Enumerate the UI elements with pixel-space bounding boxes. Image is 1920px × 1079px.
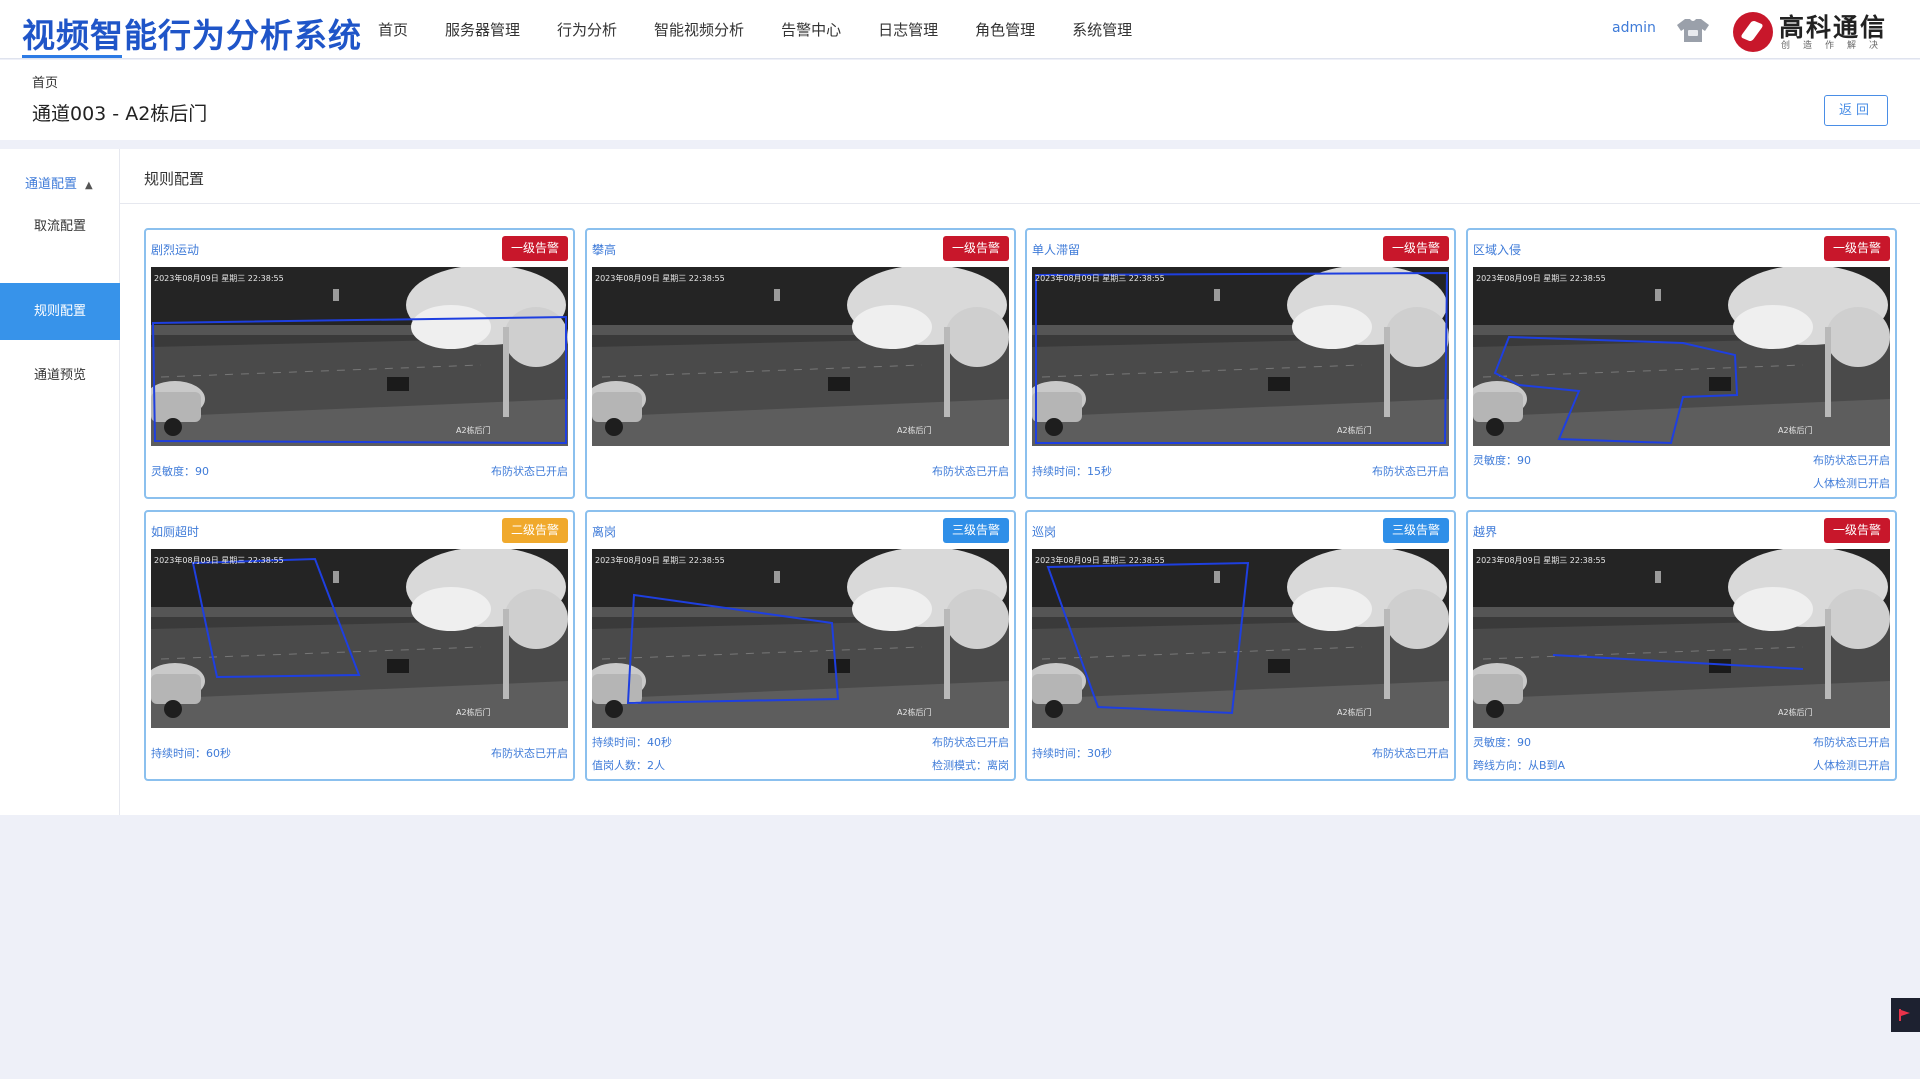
camera-feed[interactable]: 2023年08月09日 星期三 22:38:55 A2栋后门 xyxy=(1032,549,1449,728)
feed-camera-label: A2栋后门 xyxy=(1337,426,1372,435)
camera-feed-image xyxy=(151,267,568,446)
title-underline xyxy=(22,55,122,58)
camera-feed[interactable]: 2023年08月09日 星期三 22:38:55 A2栋后门 xyxy=(151,549,568,728)
rule-status-text: 检测模式：离岗 xyxy=(932,759,1009,772)
alarm-level-badge: 一级告警 xyxy=(501,236,568,261)
rule-card[interactable]: 区域入侵 一级告警 2023年08月09日 星期三 22:38:55 A2栋后门 灵敏度… xyxy=(1466,228,1897,499)
page-header: 首页 通道003 - A2栋后门 返回 xyxy=(0,60,1920,140)
camera-feed[interactable]: 2023年08月09日 星期三 22:38:55 A2栋后门 xyxy=(592,549,1009,728)
rule-name: 攀高 xyxy=(592,243,617,257)
rule-status-text: 人体检测已开启 xyxy=(1813,477,1890,490)
rule-card[interactable]: 离岗 三级告警 2023年08月09日 星期三 22:38:55 A2栋后门 持续时间：… xyxy=(585,510,1016,781)
rule-card[interactable]: 如厕超时 二级告警 2023年08月09日 星期三 22:38:55 A2栋后门 持续时… xyxy=(144,510,575,781)
divider xyxy=(120,203,1920,204)
feed-timestamp: 2023年08月09日 星期三 22:38:55 xyxy=(595,274,725,283)
rule-name: 区域入侵 xyxy=(1473,243,1522,257)
logo-subtext: 创造作解决 xyxy=(1781,41,1892,51)
top-navbar: 视频智能行为分析系统 首页 服务器管理 行为分析 智能视频分析 告警中心 日志管… xyxy=(0,0,1920,59)
rule-card[interactable]: 单人滞留 一级告警 2023年08月09日 星期三 22:38:55 A2栋后门 持续时… xyxy=(1025,228,1456,499)
chevron-up-icon: ▲ xyxy=(85,180,93,191)
feed-camera-label: A2栋后门 xyxy=(456,426,491,435)
alarm-level-badge: 三级告警 xyxy=(1382,518,1449,543)
camera-feed-image xyxy=(1473,267,1890,446)
feed-camera-label: A2栋后门 xyxy=(1778,426,1813,435)
camera-feed[interactable]: 2023年08月09日 星期三 22:38:55 A2栋后门 xyxy=(1473,267,1890,446)
sidebar-group-channel-config[interactable]: 通道配置 ▲ xyxy=(25,173,93,192)
user-name[interactable]: admin xyxy=(1612,20,1656,36)
rule-status-text: 布防状态已开启 xyxy=(1813,736,1890,749)
rule-status-text: 布防状态已开启 xyxy=(1372,465,1449,478)
rule-card[interactable]: 巡岗 三级告警 2023年08月09日 星期三 22:38:55 A2栋后门 持续时间：… xyxy=(1025,510,1456,781)
feed-camera-label: A2栋后门 xyxy=(897,708,932,717)
rule-status-text: 布防状态已开启 xyxy=(932,465,1009,478)
company-logo: 高科通信 创造作解决 xyxy=(1733,10,1911,52)
rule-status-text: 布防状态已开启 xyxy=(491,747,568,760)
camera-feed-image xyxy=(592,267,1009,446)
rule-name: 巡岗 xyxy=(1032,525,1057,539)
breadcrumb[interactable]: 首页 xyxy=(32,72,58,91)
feed-timestamp: 2023年08月09日 星期三 22:38:55 xyxy=(595,556,725,565)
rule-status-text: 布防状态已开启 xyxy=(1813,454,1890,467)
nav-item-behavior-analysis[interactable]: 行为分析 xyxy=(557,19,617,40)
floating-action-button[interactable] xyxy=(1891,998,1920,1032)
rule-name: 如厕超时 xyxy=(151,525,200,539)
sidebar-item-channel-preview[interactable]: 通道预览 xyxy=(0,347,120,404)
feed-timestamp: 2023年08月09日 星期三 22:38:55 xyxy=(1476,556,1606,565)
camera-feed-image xyxy=(1032,549,1449,728)
nav-item-video-analysis[interactable]: 智能视频分析 xyxy=(654,19,744,40)
app-title: 视频智能行为分析系统 xyxy=(22,16,362,55)
rule-card[interactable]: 攀高 一级告警 2023年08月09日 星期三 22:38:55 A2栋后门布防状态已… xyxy=(585,228,1016,499)
rule-status-text: 布防状态已开启 xyxy=(932,736,1009,749)
rule-card[interactable]: 剧烈运动 一级告警 2023年08月09日 星期三 22:38:55 A2栋后门 灵敏度… xyxy=(144,228,575,499)
feed-camera-label: A2栋后门 xyxy=(456,708,491,717)
back-button[interactable]: 返回 xyxy=(1824,95,1888,126)
rule-status-text: 布防状态已开启 xyxy=(1372,747,1449,760)
rule-name: 离岗 xyxy=(592,525,617,539)
alarm-level-badge: 一级告警 xyxy=(1382,236,1449,261)
alarm-level-badge: 二级告警 xyxy=(501,518,568,543)
feed-timestamp: 2023年08月09日 星期三 22:38:55 xyxy=(1035,274,1165,283)
camera-feed[interactable]: 2023年08月09日 星期三 22:38:55 A2栋后门 xyxy=(592,267,1009,446)
nav-item-server-management[interactable]: 服务器管理 xyxy=(445,19,520,40)
feed-timestamp: 2023年08月09日 星期三 22:38:55 xyxy=(1035,556,1165,565)
camera-feed[interactable]: 2023年08月09日 星期三 22:38:55 A2栋后门 xyxy=(1473,549,1890,728)
nav-item-home[interactable]: 首页 xyxy=(378,19,408,40)
camera-feed[interactable]: 2023年08月09日 星期三 22:38:55 A2栋后门 xyxy=(1032,267,1449,446)
sidebar-item-stream-config[interactable]: 取流配置 xyxy=(0,198,120,255)
rule-name: 越界 xyxy=(1473,525,1498,539)
sidebar-group-label: 通道配置 xyxy=(25,177,78,192)
rule-name: 单人滞留 xyxy=(1032,243,1081,257)
nav-item-system-management[interactable]: 系统管理 xyxy=(1072,19,1132,40)
alarm-level-badge: 一级告警 xyxy=(1823,518,1890,543)
rule-name: 剧烈运动 xyxy=(151,243,200,257)
alarm-level-badge: 一级告警 xyxy=(942,236,1009,261)
alarm-level-badge: 一级告警 xyxy=(1823,236,1890,261)
feed-timestamp: 2023年08月09日 星期三 22:38:55 xyxy=(154,274,284,283)
section-title: 规则配置 xyxy=(144,170,205,188)
rule-status-text: 人体检测已开启 xyxy=(1813,759,1890,772)
main-nav: 首页 服务器管理 行为分析 智能视频分析 告警中心 日志管理 角色管理 系统管理 xyxy=(378,0,1169,59)
rule-card[interactable]: 越界 一级告警 2023年08月09日 星期三 22:38:55 A2栋后门 灵敏度：9… xyxy=(1466,510,1897,781)
rule-status-text: 布防状态已开启 xyxy=(491,465,568,478)
sidebar: 通道配置 ▲ 取流配置 规则配置 通道预览 xyxy=(0,149,120,815)
camera-feed-image xyxy=(1032,267,1449,446)
feed-timestamp: 2023年08月09日 星期三 22:38:55 xyxy=(154,556,284,565)
feed-camera-label: A2栋后门 xyxy=(1337,708,1372,717)
alarm-level-badge: 三级告警 xyxy=(942,518,1009,543)
feed-timestamp: 2023年08月09日 星期三 22:38:55 xyxy=(1476,274,1606,283)
nav-item-role-management[interactable]: 角色管理 xyxy=(975,19,1035,40)
flag-icon xyxy=(1899,1009,1910,1021)
logo-mark-icon xyxy=(1733,12,1773,52)
nav-item-log-management[interactable]: 日志管理 xyxy=(878,19,938,40)
feed-camera-label: A2栋后门 xyxy=(1778,708,1813,717)
camera-feed-image xyxy=(151,549,568,728)
camera-feed[interactable]: 2023年08月09日 星期三 22:38:55 A2栋后门 xyxy=(151,267,568,446)
nav-item-alarm-center[interactable]: 告警中心 xyxy=(781,19,841,40)
sidebar-item-rule-config[interactable]: 规则配置 xyxy=(0,283,120,340)
feed-camera-label: A2栋后门 xyxy=(897,426,932,435)
user-avatar-icon[interactable] xyxy=(1676,17,1710,43)
camera-feed-image xyxy=(1473,549,1890,728)
camera-feed-image xyxy=(592,549,1009,728)
page-title: 通道003 - A2栋后门 xyxy=(32,103,208,125)
